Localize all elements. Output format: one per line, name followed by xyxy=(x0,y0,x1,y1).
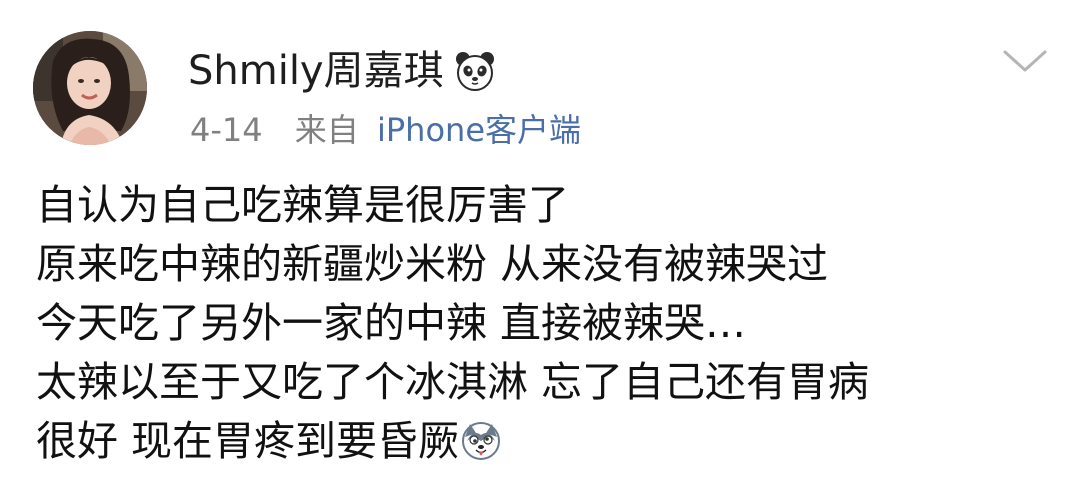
weibo-post: Shmily周嘉琪 4-14 来自 iPhone客户端 自认为自己吃辣算是很厉害… xyxy=(0,0,1071,492)
post-text-line: 今天吃了另外一家的中辣 直接被辣哭… xyxy=(36,299,747,347)
post-text-line: 原来吃中辣的新疆炒米粉 从来没有被辣哭过 xyxy=(36,240,829,288)
post-text-line: 太辣以至于又吃了个冰淇淋 忘了自己还有胃病 xyxy=(36,358,870,406)
source-client-link[interactable]: iPhone客户端 xyxy=(377,111,581,149)
post-menu-button[interactable] xyxy=(995,40,1055,80)
username[interactable]: Shmily周嘉琪 xyxy=(188,44,444,98)
husky-emoji-icon xyxy=(461,418,501,460)
username-row: Shmily周嘉琪 xyxy=(188,44,496,98)
post-text-line-last: 很好 现在胃疼到要昏厥 xyxy=(36,412,1046,471)
post-text-line: 很好 现在胃疼到要昏厥 xyxy=(36,417,460,465)
post-date: 4-14 xyxy=(190,111,263,149)
panda-emoji-icon xyxy=(454,50,496,92)
avatar[interactable] xyxy=(33,31,147,145)
source-prefix: 来自 xyxy=(294,111,359,149)
post-text-line: 自认为自己吃辣算是很厉害了 xyxy=(36,181,569,229)
chevron-down-icon xyxy=(1003,50,1047,72)
post-content: 自认为自己吃辣算是很厉害了 原来吃中辣的新疆炒米粉 从来没有被辣哭过 今天吃了另… xyxy=(36,176,1046,471)
post-meta: 4-14 来自 iPhone客户端 xyxy=(190,108,581,152)
avatar-photo xyxy=(33,31,147,145)
